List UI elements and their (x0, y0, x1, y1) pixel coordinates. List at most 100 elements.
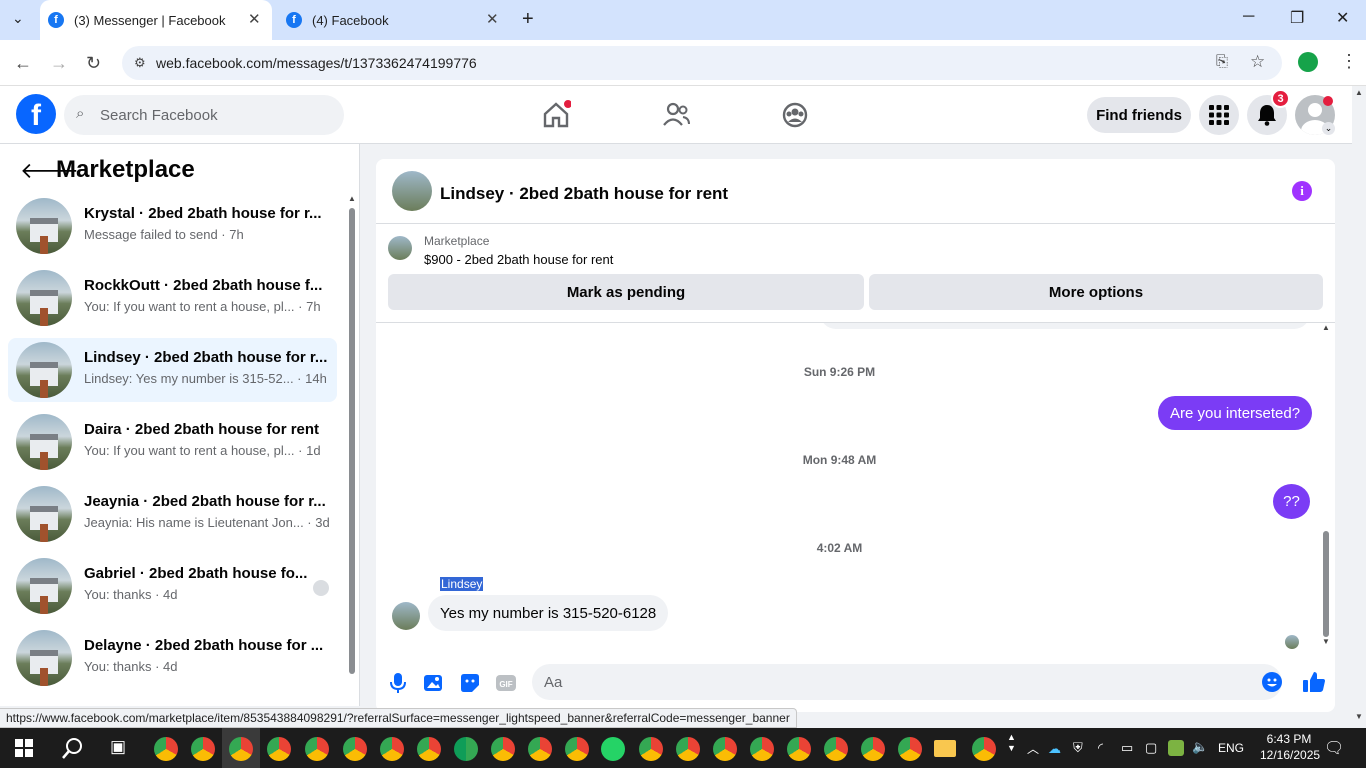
profile-extension-icon[interactable] (1298, 52, 1318, 72)
chrome-taskbar-icon[interactable] (565, 737, 589, 761)
conversation-item[interactable]: Daira · 2bed 2bath house for rent You: I… (8, 410, 337, 474)
chrome-taskbar-icon[interactable] (639, 737, 663, 761)
conversation-item[interactable]: Krystal · 2bed 2bath house for r... Mess… (8, 194, 337, 258)
onedrive-icon[interactable]: ☁ (1048, 741, 1061, 757)
tab-facebook[interactable]: f (4) Facebook ✕ (282, 0, 510, 40)
conversation-item[interactable]: RockkOutt · 2bed 2bath house f... You: I… (8, 266, 337, 330)
address-bar[interactable]: ⚙ web.facebook.com/messages/t/1373362474… (122, 46, 1282, 80)
outgoing-message[interactable]: Are you interseted? (1158, 396, 1313, 430)
battery-icon[interactable]: ▭ (1121, 740, 1133, 756)
show-hidden-icons[interactable]: ︿ (1027, 740, 1039, 757)
chrome-taskbar-icon[interactable] (417, 737, 441, 761)
wifi-icon[interactable]: ◜ (1098, 740, 1103, 756)
chrome-taskbar-icon[interactable] (528, 737, 552, 761)
listing-thumbnail[interactable] (388, 236, 412, 260)
mark-as-pending-button[interactable]: Mark as pending (388, 274, 864, 310)
scroll-down-icon[interactable]: ▼ (1355, 712, 1363, 721)
thumbs-up-icon[interactable] (1302, 670, 1326, 694)
chrome-taskbar-icon[interactable] (898, 737, 922, 761)
scroll-up-icon[interactable]: ▲ (1322, 323, 1330, 332)
scrollbar-thumb[interactable] (349, 208, 355, 674)
close-window-icon[interactable]: ✕ (1336, 8, 1349, 28)
tab-messenger[interactable]: f (3) Messenger | Facebook ✕ (40, 0, 272, 40)
menu-button[interactable] (1199, 95, 1239, 135)
restore-icon[interactable]: ❐ (1290, 8, 1304, 28)
emoji-icon[interactable] (1262, 672, 1282, 692)
panel-title: Marketplace (56, 156, 195, 183)
taskbar-overflow-icon[interactable]: ▲ ▼ (1007, 732, 1016, 754)
scrollbar-thumb[interactable] (1323, 531, 1329, 637)
chat-avatar[interactable] (392, 171, 432, 211)
close-tab-icon[interactable]: ✕ (486, 10, 499, 28)
gif-icon[interactable]: GIF (495, 672, 517, 694)
chrome-taskbar-icon[interactable] (229, 737, 253, 761)
sender-avatar[interactable] (392, 602, 420, 630)
chrome-taskbar-icon[interactable] (454, 737, 478, 761)
forward-icon[interactable]: → (50, 53, 68, 74)
volume-icon[interactable]: 🔈 (1192, 739, 1208, 755)
tab-search-chevron-icon[interactable]: ⌄ (12, 10, 24, 27)
new-tab-icon[interactable]: + (522, 8, 534, 31)
page-scrollbar[interactable]: ▲ ▼ (1352, 86, 1366, 728)
facebook-search-input[interactable]: ⌕ Search Facebook (64, 95, 344, 135)
home-icon[interactable] (541, 100, 571, 130)
file-explorer-icon[interactable] (934, 740, 956, 757)
chrome-taskbar-icon[interactable] (491, 737, 515, 761)
chrome-taskbar-icon[interactable] (343, 737, 367, 761)
groups-icon[interactable] (780, 100, 810, 130)
chrome-taskbar-icon[interactable] (787, 737, 811, 761)
conversation-item-active[interactable]: Lindsey · 2bed 2bath house for r... Lind… (8, 338, 337, 402)
clock[interactable]: 6:43 PM 12/16/2025 (1260, 731, 1320, 763)
whatsapp-taskbar-icon[interactable] (601, 737, 625, 761)
conversation-item[interactable]: Gabriel · 2bed 2bath house fo... You: th… (8, 554, 337, 618)
taskbar-search-icon[interactable] (62, 737, 84, 759)
security-shield-icon[interactable]: ⛨ (1073, 740, 1083, 756)
chrome-taskbar-icon[interactable] (676, 737, 700, 761)
conversation-item[interactable]: Jeaynia · 2bed 2bath house for r... Jeay… (8, 482, 337, 546)
minimize-icon[interactable]: ─ (1243, 8, 1254, 26)
chrome-taskbar-icon[interactable] (154, 737, 178, 761)
scroll-up-icon[interactable]: ▲ (1355, 88, 1363, 97)
chrome-taskbar-icon[interactable] (380, 737, 404, 761)
info-icon[interactable]: i (1292, 181, 1312, 201)
more-options-button[interactable]: More options (869, 274, 1323, 310)
conversations-scrollbar[interactable]: ▲ (347, 194, 357, 684)
sticker-icon[interactable] (459, 672, 481, 694)
windows-start-icon[interactable] (15, 739, 33, 757)
app-tray-icon[interactable] (1168, 740, 1184, 756)
device-icon[interactable]: ▢ (1145, 740, 1157, 756)
listing-title[interactable]: $900 - 2bed 2bath house for rent (424, 252, 613, 267)
photo-icon[interactable] (423, 672, 445, 694)
scroll-up-icon[interactable]: ▲ (348, 194, 356, 203)
chrome-taskbar-icon[interactable] (267, 737, 291, 761)
find-friends-button[interactable]: Find friends (1087, 97, 1191, 133)
message-input[interactable]: Aa (532, 664, 1282, 700)
bookmark-star-icon[interactable]: ☆ (1250, 52, 1265, 72)
language-indicator[interactable]: ENG (1218, 741, 1244, 755)
scroll-down-icon[interactable]: ▼ (1322, 637, 1330, 646)
reload-icon[interactable]: ↻ (86, 53, 101, 74)
facebook-logo-icon[interactable]: f (16, 94, 56, 134)
outgoing-message[interactable]: ?? (1273, 484, 1310, 519)
friends-icon[interactable] (661, 100, 691, 130)
site-info-icon[interactable]: ⚙ (134, 55, 146, 71)
chrome-taskbar-icon[interactable] (713, 737, 737, 761)
account-chevron-icon[interactable]: ⌄ (1322, 122, 1335, 135)
chat-scrollbar[interactable]: ▲ ▼ (1321, 323, 1331, 649)
microphone-icon[interactable] (387, 672, 409, 694)
chrome-taskbar-icon[interactable] (972, 737, 996, 761)
conversation-item[interactable]: Delayne · 2bed 2bath house for ... You: … (8, 626, 337, 690)
browser-menu-icon[interactable]: ⋮ (1340, 51, 1358, 72)
notification-center-icon[interactable]: 🗨 (1324, 738, 1344, 758)
chrome-taskbar-icon[interactable] (750, 737, 774, 761)
chat-title[interactable]: Lindsey · 2bed 2bath house for rent (440, 184, 728, 204)
chrome-taskbar-icon[interactable] (305, 737, 329, 761)
task-view-icon[interactable]: ▣ (110, 737, 126, 757)
close-tab-icon[interactable]: ✕ (248, 10, 261, 28)
install-app-icon[interactable]: ⎘ (1216, 53, 1228, 70)
chrome-taskbar-icon[interactable] (191, 737, 215, 761)
back-icon[interactable]: ← (14, 53, 32, 74)
chrome-taskbar-icon[interactable] (861, 737, 885, 761)
incoming-message[interactable]: Yes my number is 315-520-6128 (428, 595, 669, 631)
chrome-taskbar-icon[interactable] (824, 737, 848, 761)
